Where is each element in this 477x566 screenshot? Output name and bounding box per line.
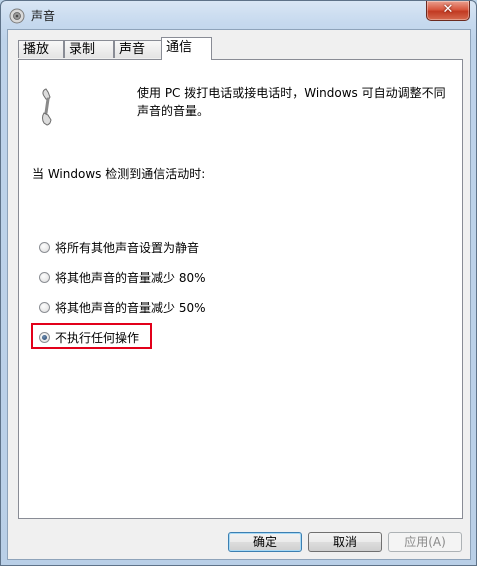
tab-communications[interactable]: 通信 <box>161 37 212 60</box>
tab-playback[interactable]: 播放 <box>18 40 64 58</box>
telephone-icon <box>42 88 52 126</box>
sound-dialog: 声音 ✕ 播放 录制 声音 通信 使用 PC 拨打电话或接电话时，Windows… <box>0 0 477 566</box>
radio-button[interactable] <box>39 272 50 283</box>
highlight-box <box>31 323 152 349</box>
tab-sounds[interactable]: 声音 <box>114 40 162 58</box>
communications-description: 使用 PC 拨打电话或接电话时，Windows 可自动调整不同声音的音量。 <box>137 86 446 118</box>
ok-button[interactable]: 确定 <box>228 532 302 552</box>
dialog-client-area: 播放 录制 声音 通信 使用 PC 拨打电话或接电话时，Windows 可自动调… <box>7 29 471 560</box>
radio-button[interactable] <box>39 242 50 253</box>
cancel-button[interactable]: 取消 <box>308 532 382 552</box>
window-title: 声音 <box>31 9 56 23</box>
communications-activity-label: 当 Windows 检测到通信活动时: <box>32 167 206 181</box>
apply-button[interactable]: 应用(A) <box>388 532 462 552</box>
communications-panel: 使用 PC 拨打电话或接电话时，Windows 可自动调整不同声音的音量。 当 … <box>18 59 463 519</box>
option-label: 将其他声音的音量减少 80% <box>55 271 206 285</box>
radio-button[interactable] <box>39 302 50 313</box>
title-bar[interactable]: 声音 ✕ <box>1 1 476 29</box>
close-button[interactable]: ✕ <box>426 1 470 21</box>
close-icon: ✕ <box>442 2 454 17</box>
tab-recording[interactable]: 录制 <box>64 40 114 58</box>
option-label: 将所有其他声音设置为静音 <box>55 241 200 255</box>
option-label: 将其他声音的音量减少 50% <box>55 301 206 315</box>
speaker-icon <box>9 8 25 24</box>
